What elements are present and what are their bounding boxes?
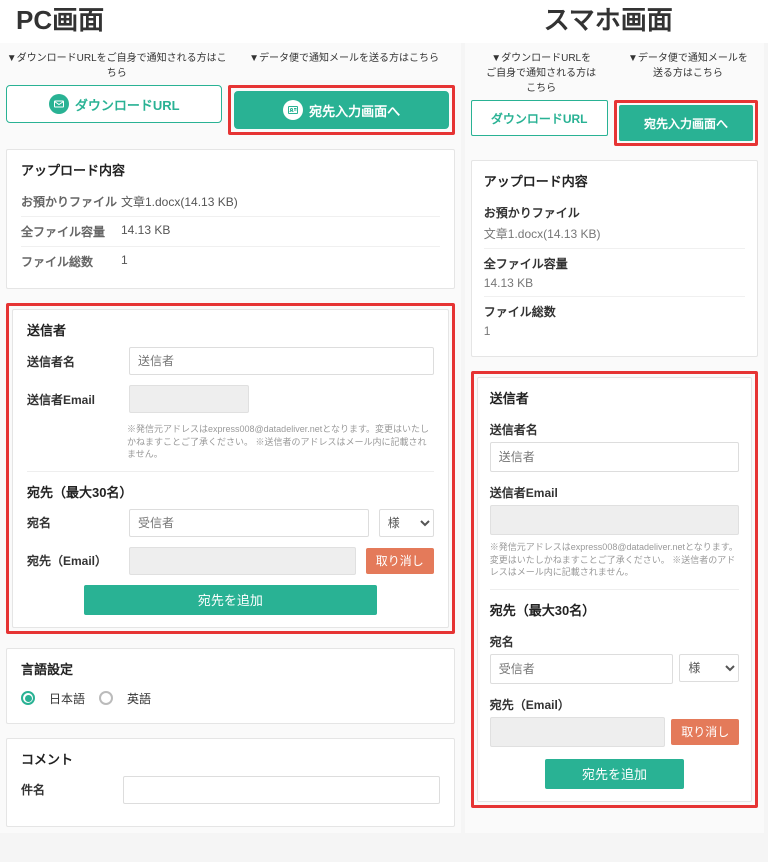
sp-sender-email-label: 送信者Email (490, 484, 740, 501)
honorific-select[interactable]: 様 (379, 509, 434, 537)
sp-recipient-email-label: 宛先（Email） (490, 696, 740, 713)
language-card-pc: 言語設定 日本語 英語 (6, 648, 455, 724)
add-recipient-button[interactable]: 宛先を追加 (84, 585, 377, 615)
sp-file-label: お預かりファイル (484, 204, 746, 221)
sp-sender-name-input[interactable] (490, 442, 740, 472)
sp-to-recipients-button[interactable]: 宛先入力画面へ (619, 105, 754, 141)
subject-label: 件名 (21, 781, 113, 798)
radio-en[interactable] (99, 691, 113, 705)
upload-title: アップロード内容 (21, 160, 440, 179)
radio-ja[interactable] (21, 691, 35, 705)
size-val: 14.13 KB (121, 223, 170, 240)
to-recipients-label: 宛先入力画面へ (309, 101, 400, 120)
highlight-frame-sender-pc: 送信者 送信者名 送信者Email ※発信元アドレスはexpress008@da… (6, 303, 455, 634)
recipient-name-input[interactable] (129, 509, 369, 537)
highlight-frame-sender-sp: 送信者 送信者名 送信者Email ※発信元アドレスはexpress008@da… (471, 371, 759, 808)
cancel-button[interactable]: 取り消し (366, 548, 434, 574)
sender-name-label: 送信者名 (27, 353, 119, 370)
sp-upload-title: アップロード内容 (484, 171, 746, 190)
file-label: お預かりファイル (21, 193, 121, 210)
sp-recipients-title: 宛先（最大30名） (490, 600, 740, 619)
size-label: 全ファイル容量 (21, 223, 121, 240)
download-url-label: ダウンロードURL (75, 95, 180, 114)
count-label: ファイル総数 (21, 253, 121, 270)
sender-title: 送信者 (27, 320, 434, 339)
sp-hint-send: ▼データ便で通知メールを 送る方はこちら (618, 49, 759, 94)
upload-card-pc: アップロード内容 お預かりファイル 文章1.docx(14.13 KB) 全ファ… (6, 149, 455, 289)
sender-email-label: 送信者Email (27, 391, 119, 408)
recipient-name-label: 宛名 (27, 514, 119, 531)
sp-title: スマホ画面 (452, 0, 764, 37)
sender-card-sp: 送信者 送信者名 送信者Email ※発信元アドレスはexpress008@da… (477, 377, 753, 802)
sp-sender-title: 送信者 (490, 388, 740, 407)
sender-note: ※発信元アドレスはexpress008@datadeliver.netとなります… (27, 423, 434, 461)
pc-hint-download: ▼ダウンロードURLをご自身で通知される方はこちら (6, 49, 227, 79)
upload-card-sp: アップロード内容 お預かりファイル 文章1.docx(14.13 KB) 全ファ… (471, 160, 759, 357)
file-val: 文章1.docx(14.13 KB) (121, 193, 238, 210)
sp-count-val: 1 (484, 324, 746, 338)
sender-name-input[interactable] (129, 347, 434, 375)
radio-en-label: 英語 (127, 690, 151, 707)
sp-sender-note: ※発信元アドレスはexpress008@datadeliver.netとなります… (490, 541, 740, 579)
sender-email-input[interactable] (129, 385, 249, 413)
sp-recipient-name-input[interactable] (490, 654, 674, 684)
sp-cancel-button[interactable]: 取り消し (671, 719, 739, 745)
radio-ja-label: 日本語 (49, 690, 85, 707)
sp-size-val: 14.13 KB (484, 276, 746, 290)
count-val: 1 (121, 253, 128, 270)
sp-honorific-select[interactable]: 様 (679, 654, 739, 682)
sp-sender-name-label: 送信者名 (490, 421, 740, 438)
sp-file-val: 文章1.docx(14.13 KB) (484, 225, 746, 242)
comment-card-pc: コメント 件名 (6, 738, 455, 827)
to-recipients-button[interactable]: 宛先入力画面へ (234, 91, 448, 129)
sp-size-label: 全ファイル容量 (484, 255, 746, 272)
sp-add-recipient-button[interactable]: 宛先を追加 (545, 759, 685, 789)
sp-download-url-label: ダウンロードURL (491, 110, 588, 127)
sp-recipient-email-input[interactable] (490, 717, 666, 747)
pc-hint-send: ▼データ便で通知メールを送る方はこちら (233, 49, 454, 79)
recipient-email-input[interactable] (129, 547, 356, 575)
sp-hint-download: ▼ダウンロードURLを ご自身で通知される方は こちら (471, 49, 612, 94)
subject-input[interactable] (123, 776, 440, 804)
sender-card-pc: 送信者 送信者名 送信者Email ※発信元アドレスはexpress008@da… (12, 309, 449, 628)
recipients-title: 宛先（最大30名） (27, 482, 434, 501)
address-card-icon (283, 100, 303, 120)
highlight-frame-pc: 宛先入力画面へ (228, 85, 454, 135)
sp-to-recipients-label: 宛先入力画面へ (644, 115, 728, 132)
recipient-email-label: 宛先（Email） (27, 552, 119, 569)
pc-title: PC画面 (4, 0, 452, 37)
sp-recipient-name-label: 宛名 (490, 633, 740, 650)
envelope-icon (49, 94, 69, 114)
download-url-button[interactable]: ダウンロードURL (6, 85, 222, 123)
sp-sender-email-input[interactable] (490, 505, 740, 535)
comment-title: コメント (21, 749, 440, 768)
sp-count-label: ファイル総数 (484, 303, 746, 320)
highlight-frame-sp: 宛先入力画面へ (614, 100, 759, 146)
language-title: 言語設定 (21, 659, 440, 678)
sp-download-url-button[interactable]: ダウンロードURL (471, 100, 608, 136)
